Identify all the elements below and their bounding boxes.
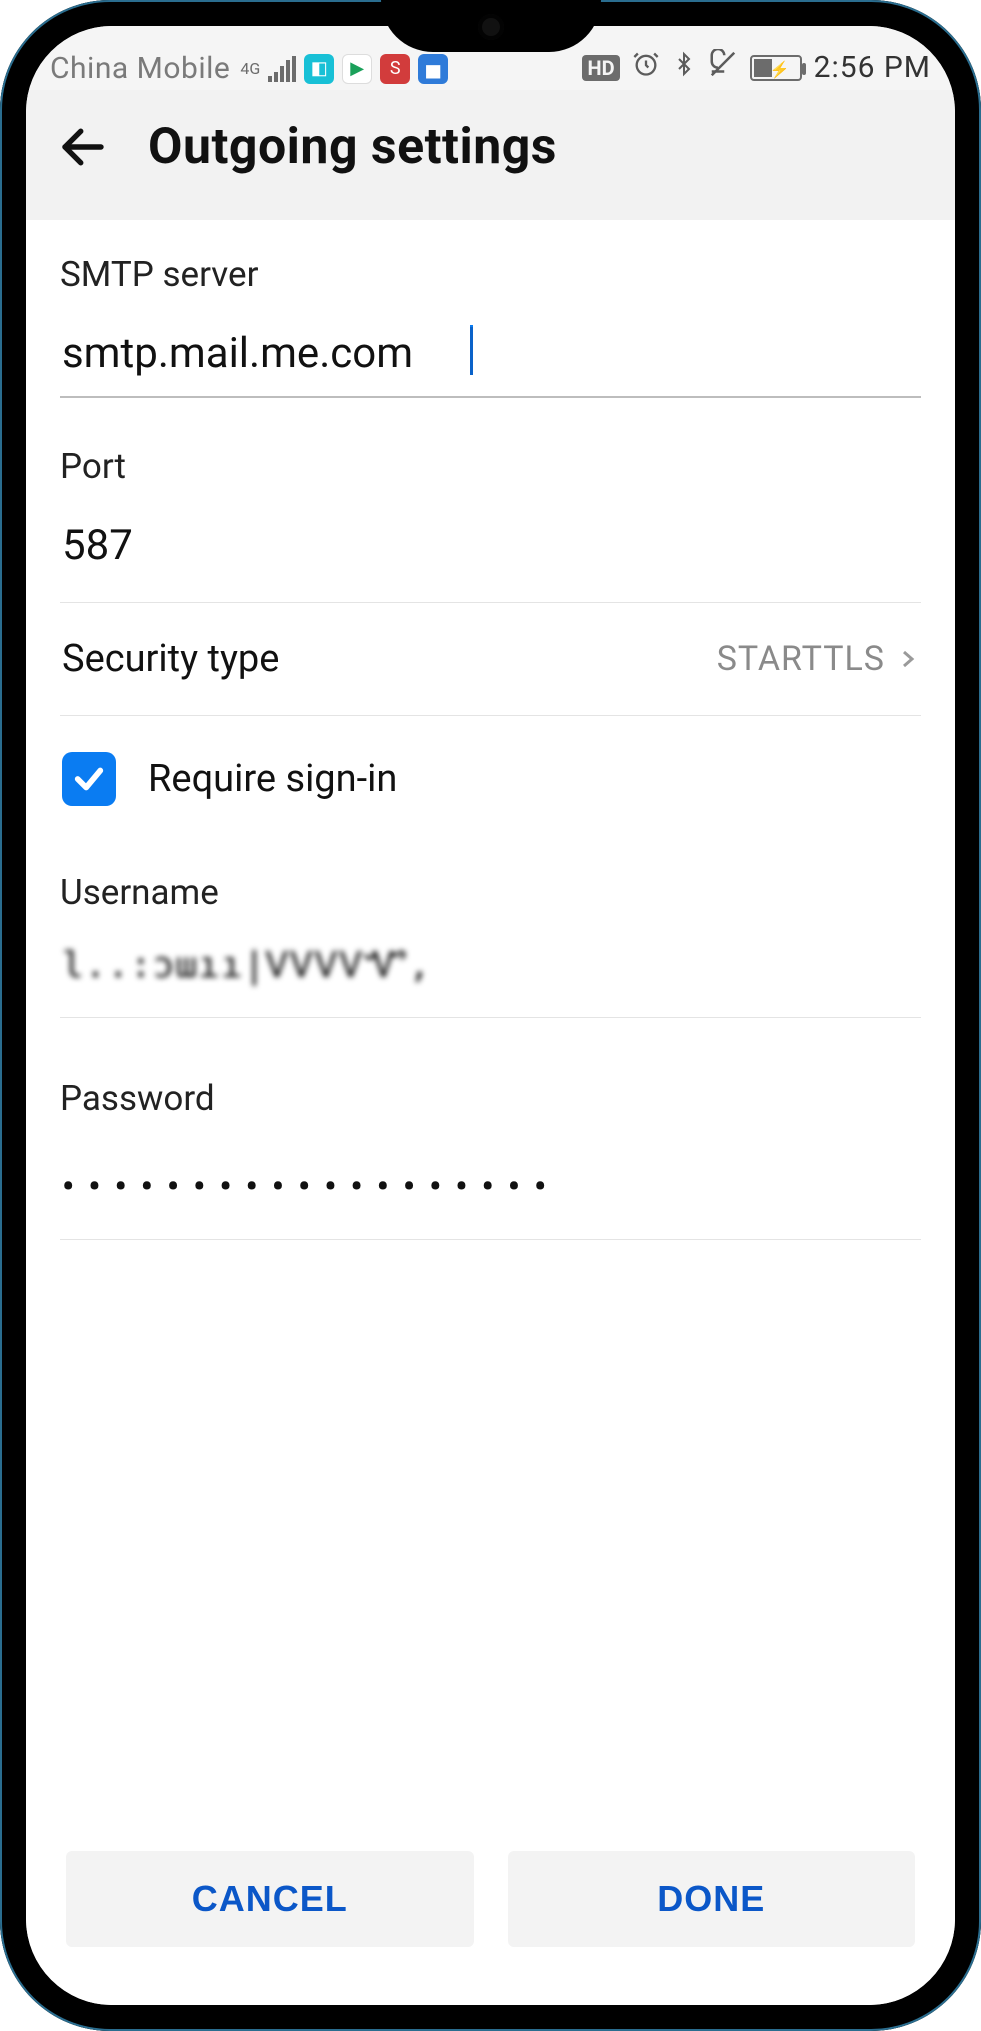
notch <box>381 0 601 52</box>
page-title: Outgoing settings <box>148 118 557 176</box>
app-tray-icon-2: ▶ <box>342 54 372 84</box>
port-field: Port <box>60 440 921 603</box>
clock-label: 2:56 PM <box>814 50 931 85</box>
port-input[interactable] <box>60 513 921 574</box>
app-tray-icon-4: ▅ <box>418 54 448 84</box>
phone-frame: China Mobile 4G ◧ ▶ S ▅ HD <box>0 0 981 2031</box>
app-tray-icon-3: S <box>380 54 410 84</box>
network-type: 4G <box>240 62 260 76</box>
security-type-value: STARTTLS <box>717 639 885 679</box>
smtp-field: SMTP server <box>60 254 921 398</box>
username-input[interactable]: l..:ɔɯıı|ᏙᏙᏙᏙᏉ, <box>62 945 431 986</box>
password-label: Password <box>60 1078 921 1119</box>
cancel-button[interactable]: CANCEL <box>66 1851 474 1947</box>
app-tray-icon-1: ◧ <box>304 54 334 84</box>
security-type-row[interactable]: Security type STARTTLS <box>60 603 921 716</box>
hd-icon: HD <box>582 55 619 81</box>
password-input[interactable]: ••••••••••••••••••• <box>60 1145 921 1211</box>
smtp-label: SMTP server <box>60 254 921 295</box>
back-button[interactable] <box>56 120 110 174</box>
require-signin-row[interactable]: Require sign-in <box>60 716 921 820</box>
button-bar: CANCEL DONE <box>60 1851 921 2005</box>
form-content: SMTP server Port Security type STARTTLS <box>26 220 955 2005</box>
bluetooth-icon <box>672 50 696 85</box>
carrier-label: China Mobile <box>50 51 230 86</box>
signal-icon <box>268 56 296 82</box>
username-field: Username l..:ɔɯıı|ᏙᏙᏙᏙᏉ, <box>60 872 921 1018</box>
alarm-icon <box>632 50 660 85</box>
text-caret <box>470 325 473 373</box>
screen: China Mobile 4G ◧ ▶ S ▅ HD <box>26 26 955 2005</box>
status-left: China Mobile 4G ◧ ▶ S ▅ <box>50 51 448 86</box>
battery-icon: ⚡ <box>750 55 802 81</box>
app-bar: Outgoing settings <box>26 90 955 220</box>
chevron-right-icon <box>895 642 919 676</box>
security-type-value-group: STARTTLS <box>717 639 919 679</box>
mute-icon <box>708 49 738 86</box>
port-label: Port <box>60 446 921 487</box>
password-field: Password ••••••••••••••••••• <box>60 1078 921 1240</box>
require-signin-label: Require sign-in <box>148 757 397 801</box>
require-signin-checkbox[interactable] <box>62 752 116 806</box>
status-right: HD ⚡ 2:56 PM <box>582 49 931 86</box>
username-label: Username <box>60 872 921 913</box>
done-button[interactable]: DONE <box>508 1851 916 1947</box>
smtp-server-input[interactable] <box>60 321 921 398</box>
arrow-left-icon <box>56 120 110 174</box>
security-type-label: Security type <box>62 637 279 681</box>
check-icon <box>72 762 106 796</box>
